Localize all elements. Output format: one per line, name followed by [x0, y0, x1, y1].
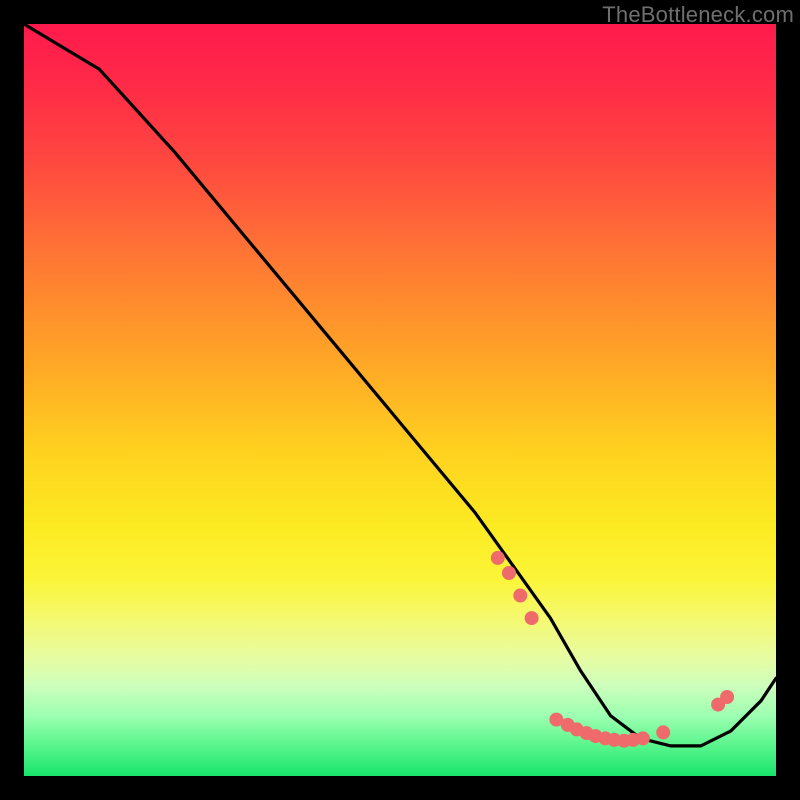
- chart-frame: TheBottleneck.com: [0, 0, 800, 800]
- curve-line: [24, 24, 776, 746]
- chart-svg: [24, 24, 776, 776]
- highlight-dot: [720, 690, 734, 704]
- highlight-dot: [502, 566, 516, 580]
- watermark-label: TheBottleneck.com: [602, 2, 794, 28]
- highlight-dot: [636, 731, 650, 745]
- plot-area: [24, 24, 776, 776]
- highlight-dot: [656, 725, 670, 739]
- highlight-dot: [525, 611, 539, 625]
- highlight-dot: [491, 551, 505, 565]
- highlight-dot: [513, 589, 527, 603]
